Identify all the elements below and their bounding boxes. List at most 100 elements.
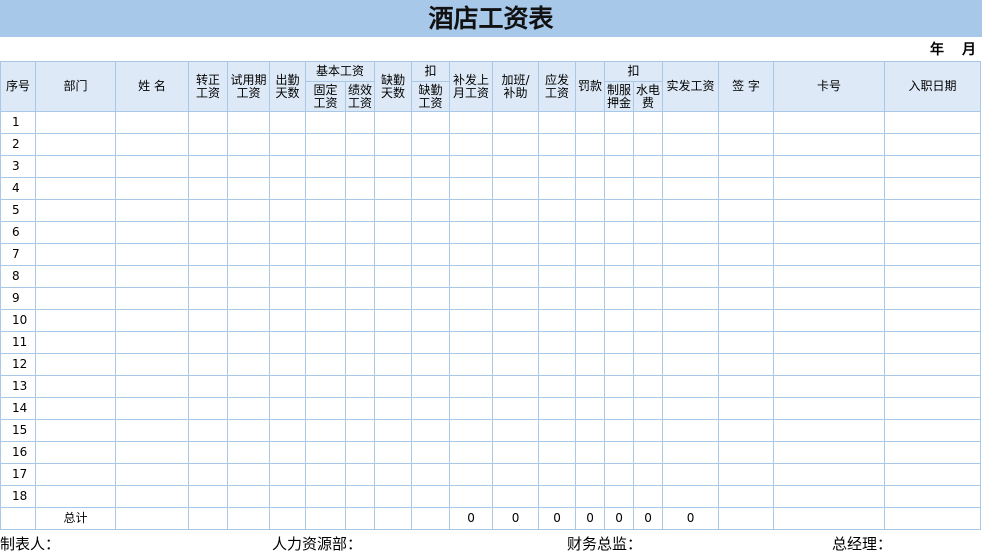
table-cell[interactable] (575, 441, 606, 464)
table-cell[interactable] (411, 111, 451, 134)
table-cell[interactable] (604, 133, 635, 156)
table-cell[interactable] (411, 177, 451, 200)
table-cell[interactable] (604, 463, 635, 486)
table-cell[interactable] (115, 375, 189, 398)
total-gross-pay[interactable]: 0 (538, 507, 577, 530)
table-cell[interactable] (374, 243, 413, 266)
table-cell[interactable] (492, 375, 540, 398)
table-cell[interactable] (449, 419, 494, 442)
table-cell[interactable] (305, 287, 346, 310)
table-cell[interactable] (344, 265, 376, 288)
table-cell[interactable] (227, 353, 270, 376)
table-cell[interactable] (344, 221, 376, 244)
table-cell[interactable] (411, 309, 451, 332)
table-cell[interactable] (662, 419, 720, 442)
table-cell[interactable] (35, 485, 116, 508)
table-cell[interactable] (884, 133, 982, 156)
table-cell[interactable] (344, 133, 376, 156)
table-cell[interactable] (773, 287, 886, 310)
table-cell[interactable] (575, 111, 606, 134)
table-cell[interactable] (604, 265, 635, 288)
table-cell[interactable] (188, 111, 228, 134)
table-cell[interactable] (305, 375, 346, 398)
table-cell[interactable] (449, 111, 494, 134)
table-cell[interactable] (718, 419, 775, 442)
table-cell[interactable] (538, 375, 577, 398)
table-cell[interactable] (884, 463, 982, 486)
table-cell[interactable] (269, 485, 306, 508)
table-cell[interactable] (575, 133, 606, 156)
table-cell[interactable] (718, 463, 775, 486)
table-cell[interactable] (538, 287, 577, 310)
table-cell[interactable] (718, 309, 775, 332)
table-cell[interactable] (305, 419, 346, 442)
table-cell[interactable] (449, 331, 494, 354)
table-cell[interactable] (633, 441, 664, 464)
table-cell[interactable] (575, 199, 606, 222)
table-cell[interactable] (662, 221, 720, 244)
table-cell[interactable] (492, 353, 540, 376)
table-cell[interactable] (115, 353, 189, 376)
table-cell[interactable] (718, 265, 775, 288)
table-cell[interactable] (227, 463, 270, 486)
table-cell[interactable] (773, 375, 886, 398)
table-cell[interactable] (35, 353, 116, 376)
table-cell[interactable] (35, 243, 116, 266)
table-cell[interactable] (115, 331, 189, 354)
table-cell[interactable] (411, 419, 451, 442)
table-cell[interactable] (633, 397, 664, 420)
table-cell[interactable] (604, 177, 635, 200)
table-cell[interactable] (227, 221, 270, 244)
table-cell[interactable] (115, 463, 189, 486)
row-number[interactable]: 3 (0, 155, 36, 178)
table-cell[interactable] (718, 133, 775, 156)
table-cell[interactable] (374, 353, 413, 376)
total-cell[interactable] (305, 507, 346, 530)
table-cell[interactable] (344, 243, 376, 266)
table-cell[interactable] (538, 155, 577, 178)
table-cell[interactable] (374, 155, 413, 178)
table-cell[interactable] (633, 419, 664, 442)
table-cell[interactable] (662, 331, 720, 354)
row-number[interactable]: 13 (0, 375, 36, 398)
table-cell[interactable] (538, 463, 577, 486)
table-cell[interactable] (115, 111, 189, 134)
table-cell[interactable] (344, 419, 376, 442)
table-cell[interactable] (411, 397, 451, 420)
table-cell[interactable] (575, 375, 606, 398)
table-cell[interactable] (718, 221, 775, 244)
total-utilities[interactable]: 0 (633, 507, 664, 530)
table-cell[interactable] (411, 353, 451, 376)
table-cell[interactable] (884, 397, 982, 420)
table-cell[interactable] (492, 441, 540, 464)
table-cell[interactable] (773, 485, 886, 508)
table-cell[interactable] (115, 265, 189, 288)
table-cell[interactable] (227, 331, 270, 354)
table-cell[interactable] (374, 111, 413, 134)
table-cell[interactable] (344, 375, 376, 398)
table-cell[interactable] (718, 177, 775, 200)
table-cell[interactable] (718, 111, 775, 134)
table-cell[interactable] (575, 485, 606, 508)
table-cell[interactable] (633, 485, 664, 508)
table-cell[interactable] (575, 221, 606, 244)
table-cell[interactable] (884, 287, 982, 310)
table-cell[interactable] (492, 265, 540, 288)
table-cell[interactable] (227, 133, 270, 156)
table-cell[interactable] (35, 265, 116, 288)
table-cell[interactable] (449, 353, 494, 376)
table-cell[interactable] (305, 221, 346, 244)
table-cell[interactable] (374, 463, 413, 486)
total-cell[interactable] (374, 507, 413, 530)
table-cell[interactable] (115, 397, 189, 420)
total-cell[interactable] (227, 507, 270, 530)
table-cell[interactable] (884, 265, 982, 288)
table-cell[interactable] (773, 243, 886, 266)
table-cell[interactable] (633, 463, 664, 486)
table-cell[interactable] (411, 287, 451, 310)
table-cell[interactable] (662, 243, 720, 266)
table-cell[interactable] (718, 397, 775, 420)
table-cell[interactable] (773, 265, 886, 288)
table-cell[interactable] (662, 155, 720, 178)
table-cell[interactable] (575, 287, 606, 310)
